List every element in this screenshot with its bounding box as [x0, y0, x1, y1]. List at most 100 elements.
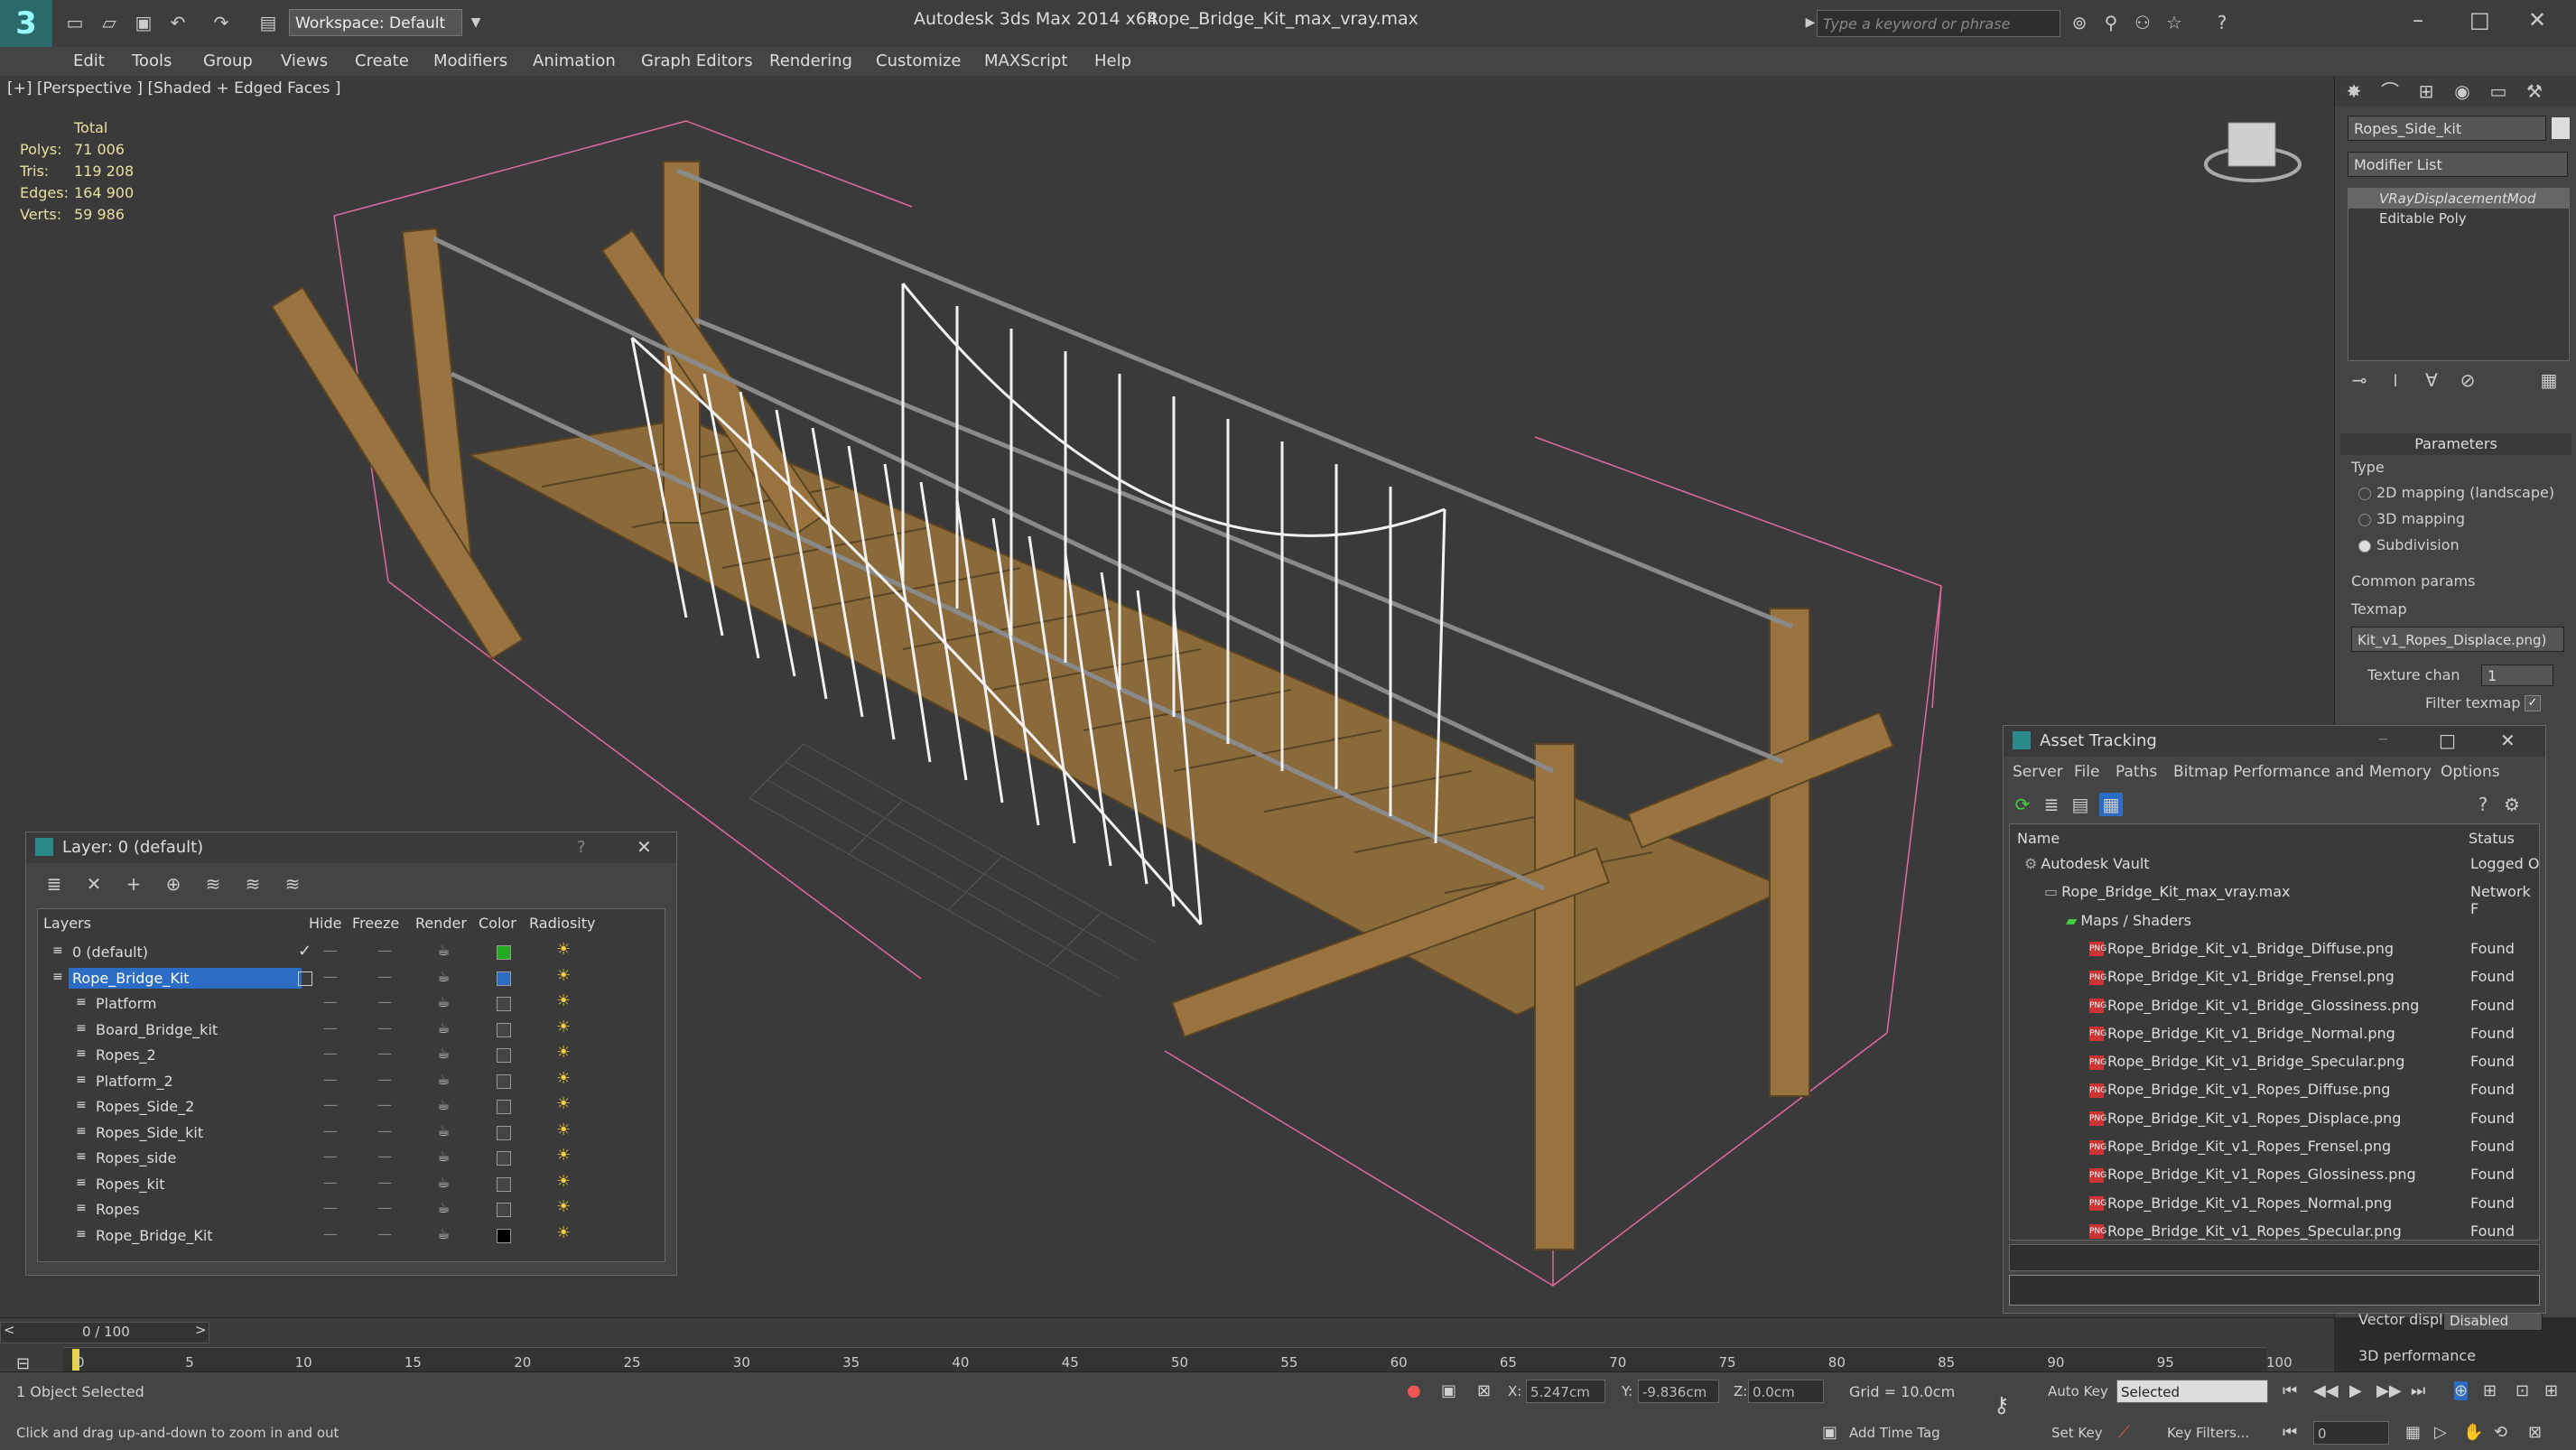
zoom-all-icon[interactable]: ⊞	[2483, 1381, 2497, 1400]
chevron-down-icon[interactable]: ▼	[464, 11, 488, 34]
maximize-viewport-icon[interactable]: ⊠	[2528, 1423, 2542, 1442]
radio-icon[interactable]	[2358, 539, 2371, 553]
help-icon[interactable]: ?	[2210, 11, 2234, 34]
radio-2d-mapping[interactable]: 2D mapping (landscape)	[2358, 484, 2554, 501]
hide-toggle[interactable]: —	[323, 1122, 338, 1139]
workspace-dropdown[interactable]: Workspace: Default	[289, 9, 462, 36]
menu-create[interactable]: Create	[355, 51, 409, 70]
layer-name[interactable]: Ropes_2	[92, 1045, 160, 1065]
layer-color-swatch[interactable]	[497, 1176, 511, 1192]
favorites-icon[interactable]: ☆	[2162, 11, 2186, 34]
asset-name-text[interactable]: Rope_Bridge_Kit_v1_Ropes_Displace.png	[2107, 1110, 2401, 1127]
render-teapot-icon[interactable]: ☕	[437, 1019, 450, 1036]
menu-help[interactable]: Help	[1094, 51, 1131, 70]
add-to-layer-icon[interactable]: +	[122, 872, 145, 896]
layer-row[interactable]: ≡ Board_Bridge_kit — — ☕ ☀	[51, 1018, 610, 1043]
col-radiosity[interactable]: Radiosity	[529, 915, 595, 932]
binoculars-icon[interactable]: ⊚	[2068, 11, 2091, 34]
layer-row[interactable]: ≡ Rope_Bridge_Kit — — ☕ ☀	[51, 966, 610, 991]
close-icon[interactable]: ✕	[2500, 730, 2516, 751]
layer-row[interactable]: ≡ Rope_Bridge_Kit — — ☕ ☀	[51, 1223, 610, 1249]
auto-key-button[interactable]: Auto Key	[2048, 1383, 2108, 1399]
asset-name-text[interactable]: Rope_Bridge_Kit_v1_Ropes_Frensel.png	[2107, 1138, 2391, 1155]
hide-all-icon[interactable]: ≋	[241, 872, 265, 896]
layer-name[interactable]: Platform	[92, 993, 160, 1014]
asset-row[interactable]: PNGRope_Bridge_Kit_v1_Ropes_Specular.png…	[2010, 1219, 2543, 1244]
minimize-icon[interactable]: –	[2413, 7, 2423, 33]
current-layer-box[interactable]	[298, 971, 312, 986]
maximize-icon[interactable]: □	[2469, 7, 2490, 33]
layer-name[interactable]: Board_Bridge_kit	[92, 1019, 221, 1040]
radio-icon[interactable]	[2358, 487, 2371, 500]
layer-row[interactable]: ≡ Ropes_Side_2 — — ☕ ☀	[51, 1094, 610, 1120]
texmap-button[interactable]: Kit_v1_Ropes_Displace.png)	[2351, 627, 2564, 652]
layer-name[interactable]: Rope_Bridge_Kit	[69, 967, 302, 989]
radiosity-light-icon[interactable]: ☀	[556, 1223, 571, 1242]
asset-name-text[interactable]: Rope_Bridge_Kit_v1_Bridge_Glossiness.png	[2107, 997, 2419, 1014]
radiosity-light-icon[interactable]: ☀	[556, 1146, 571, 1165]
lock-icon[interactable]: ▣	[1441, 1381, 1456, 1400]
prev-frame-icon[interactable]: <	[4, 1322, 15, 1338]
freeze-toggle[interactable]: —	[377, 968, 392, 985]
asset-row[interactable]: PNGRope_Bridge_Kit_v1_Ropes_Frensel.png F…	[2010, 1134, 2543, 1159]
render-teapot-icon[interactable]: ☕	[437, 1225, 450, 1242]
help-icon[interactable]: ?	[577, 838, 586, 857]
texture-chan-spinner[interactable]: 1	[2481, 665, 2553, 686]
hide-toggle[interactable]: —	[323, 968, 338, 985]
menu-rendering[interactable]: Rendering	[769, 51, 852, 70]
close-icon[interactable]: ✕	[637, 836, 652, 858]
radio-icon[interactable]	[2358, 513, 2371, 526]
pan-icon[interactable]: ✋	[2463, 1423, 2483, 1442]
radiosity-light-icon[interactable]: ☀	[556, 1069, 571, 1088]
current-layer-check-icon[interactable]: ✓	[298, 942, 312, 961]
layer-color-swatch[interactable]	[497, 945, 511, 960]
settings-icon[interactable]: ⚙	[2500, 793, 2524, 816]
time-config-icon[interactable]: ▦	[2405, 1423, 2421, 1442]
make-unique-icon[interactable]: ∀	[2420, 368, 2443, 392]
asset-row[interactable]: PNGRope_Bridge_Kit_v1_Ropes_Diffuse.png F…	[2010, 1077, 2543, 1102]
hide-toggle[interactable]: —	[323, 1019, 338, 1036]
layer-row[interactable]: ≡ Ropes — — ☕ ☀	[51, 1197, 610, 1222]
layer-name[interactable]: Ropes_Side_2	[92, 1096, 198, 1117]
time-tag-icon[interactable]: ▣	[1822, 1423, 1837, 1442]
open-file-icon[interactable]: ▱	[98, 11, 121, 34]
prev-key-icon[interactable]: ◀◀	[2313, 1381, 2339, 1400]
freeze-toggle[interactable]: —	[377, 1096, 392, 1113]
layer-row[interactable]: ≡ Platform_2 — — ☕ ☀	[51, 1069, 610, 1094]
hierarchy-tab-icon[interactable]: ⊞	[2414, 79, 2438, 103]
search-input[interactable]: Type a keyword or phrase	[1817, 10, 2060, 37]
layer-color-swatch[interactable]	[497, 1100, 511, 1114]
col-name[interactable]: Name	[2017, 830, 2060, 847]
isolate-icon[interactable]: ●	[1407, 1381, 1421, 1400]
asset-row[interactable]: PNGRope_Bridge_Kit_v1_Ropes_Displace.png…	[2010, 1106, 2543, 1131]
col-status[interactable]: Status	[2469, 830, 2515, 847]
radiosity-light-icon[interactable]: ☀	[556, 1018, 571, 1036]
display-tab-icon[interactable]: ▭	[2487, 79, 2510, 103]
layer-color-swatch[interactable]	[497, 1048, 511, 1063]
set-key-button[interactable]: Set Key	[2051, 1425, 2103, 1441]
go-to-end-icon[interactable]: ⏭	[2411, 1381, 2425, 1400]
freeze-toggle[interactable]: —	[377, 1199, 392, 1216]
configure-sets-icon[interactable]: ▦	[2537, 368, 2561, 392]
freeze-toggle[interactable]: —	[377, 1174, 392, 1191]
object-name-field[interactable]: Ropes_Side_kit	[2348, 116, 2546, 141]
freeze-toggle[interactable]: —	[377, 1122, 392, 1139]
key-mode-dropdown[interactable]: Selected	[2116, 1380, 2268, 1403]
remove-modifier-icon[interactable]: ⊘	[2456, 368, 2479, 392]
track-bar[interactable]	[63, 1347, 2266, 1371]
render-teapot-icon[interactable]: ☕	[437, 968, 450, 985]
stack-item-vraydisplacement[interactable]: VRayDisplacementMod	[2348, 189, 2569, 209]
menu-views[interactable]: Views	[281, 51, 328, 70]
help-icon[interactable]: ?	[2471, 793, 2495, 816]
next-frame-icon[interactable]: >	[195, 1322, 207, 1338]
asset-row[interactable]: ⚙ Autodesk Vault Logged O	[2010, 851, 2543, 877]
menu-customize[interactable]: Customize	[876, 51, 961, 70]
modify-tab-icon[interactable]: ⌒	[2378, 79, 2402, 103]
hide-toggle[interactable]: —	[323, 1148, 338, 1165]
radiosity-light-icon[interactable]: ☀	[556, 1043, 571, 1062]
mini-curve-editor-icon[interactable]: ⊟	[16, 1354, 30, 1373]
asset-row[interactable]: PNGRope_Bridge_Kit_v1_Bridge_Frensel.png…	[2010, 964, 2543, 990]
play-icon[interactable]: ▶	[2349, 1381, 2362, 1400]
asset-row[interactable]: PNGRope_Bridge_Kit_v1_Bridge_Glossiness.…	[2010, 993, 2543, 1018]
freeze-toggle[interactable]: —	[377, 942, 392, 959]
